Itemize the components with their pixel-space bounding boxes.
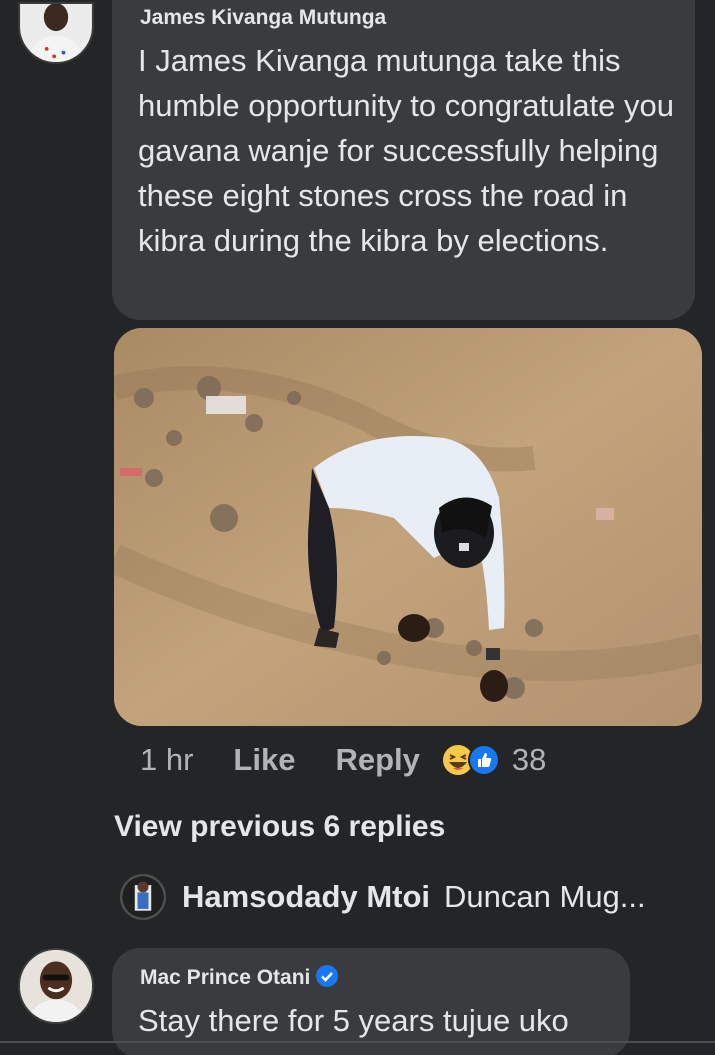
like-button[interactable]: Like (233, 742, 295, 778)
comment-author[interactable]: Mac Prince Otani (140, 966, 310, 990)
avatar[interactable] (18, 948, 94, 1024)
verified-badge-icon (316, 965, 339, 987)
reply-preview[interactable]: Hamsodady Mtoi Duncan Mug... (120, 874, 646, 920)
comment-author-row: Mac Prince Otani (140, 965, 339, 990)
reaction-count: 38 (511, 742, 547, 777)
reply-text-preview: Duncan Mug... (444, 879, 646, 914)
comment-author[interactable]: James Kivanga Mutunga (140, 6, 386, 30)
comment-bubble: James Kivanga Mutunga I James Kivanga mu… (112, 0, 695, 320)
comment-actions: 1 hr Like Reply 38 (140, 740, 546, 780)
reaction-summary[interactable]: 38 (442, 742, 546, 778)
view-previous-replies-link[interactable]: View previous 6 replies (114, 810, 445, 844)
comment-photo[interactable] (114, 328, 702, 726)
reply-author[interactable]: Hamsodady Mtoi (182, 879, 430, 915)
comment-text: I James Kivanga mutunga take this humble… (138, 43, 674, 258)
reply-button[interactable]: Reply (335, 742, 419, 778)
avatar[interactable] (120, 874, 166, 920)
comment-text: Stay there for 5 years tujue uko (138, 1003, 569, 1038)
comment-timestamp[interactable]: 1 hr (140, 742, 193, 778)
avatar[interactable] (18, 2, 94, 64)
comment-bubble: Mac Prince Otani Stay there for 5 years … (112, 948, 630, 1055)
bottom-divider (0, 1041, 715, 1043)
like-icon (467, 744, 500, 776)
